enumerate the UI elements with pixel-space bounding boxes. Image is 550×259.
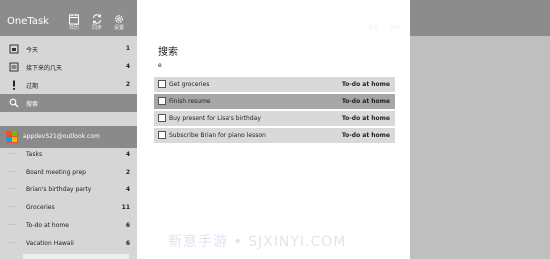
list-item[interactable]: ··· Groceries 11 [0,199,137,217]
view-button[interactable]: 查看 [362,13,384,35]
list-item[interactable]: ··· Vacation Hawaii 6 [0,235,137,253]
sidebar-item-overdue[interactable]: 过期 2 [0,76,137,94]
list-item[interactable]: ··· Brian's birthday party 4 [0,181,137,199]
sidebar-item-count: 2 [125,81,130,88]
task-checkbox[interactable] [158,131,166,139]
task-row[interactable]: Get groceries To-do at home [154,77,395,92]
task-list-name: To-do at home [341,115,390,122]
calendar-label: 日历 [68,25,79,31]
task-list-name: To-do at home [341,98,390,105]
list-item-count: 6 [125,222,130,229]
list-drag-icon: ··· [9,222,17,229]
list-item-label: Board meeting prep [26,169,86,176]
list-item-count: 4 [125,151,130,158]
search-input[interactable] [158,59,278,71]
search-icon [9,98,19,108]
microsoft-account-icon [6,131,18,143]
sidebar-item-count: 4 [125,63,130,70]
settings-label: 设置 [113,25,124,31]
page-title: 搜索 [158,47,178,58]
calendar-day-icon [9,44,19,54]
gear-icon [115,15,123,23]
calendar-button[interactable]: 日历 [63,13,85,35]
task-list-name: To-do at home [341,81,390,88]
list-item[interactable]: ··· Tasks 4 [0,146,137,164]
app-title: OneTask [7,16,49,27]
task-checkbox[interactable] [158,97,166,105]
calendar-icon [69,14,79,25]
sort-label: 排序 [389,25,400,31]
account-header[interactable]: appdev521@outlook.com [0,126,137,148]
list-item-count: 4 [125,186,130,193]
eye-icon [367,16,379,22]
task-checkbox[interactable] [158,114,166,122]
list-drag-icon: ··· [9,151,17,158]
list-item[interactable]: ··· Board meeting prep 2 [0,164,137,182]
sync-label: 同步 [91,25,102,31]
sidebar-item-count: 1 [125,45,130,52]
sidebar-item-label: 接下来的几天 [26,65,63,72]
task-row[interactable]: Subscribe Brian for piano lesson To-do a… [154,128,395,143]
sidebar-item-upcoming[interactable]: 接下来的几天 4 [0,58,137,76]
list-drag-icon: ··· [9,186,17,193]
task-title: Get groceries [169,81,210,88]
task-row[interactable]: Finish resume To-do at home [154,94,395,109]
list-item-label: Tasks [26,151,43,158]
task-title: Finish resume [169,98,211,105]
list-item-label: Groceries [26,204,55,211]
view-label: 查看 [367,25,378,31]
list-item-count: 2 [125,169,130,176]
sidebar-item-label: 今天 [26,47,39,54]
list-item-label: Vacation Hawaii [26,240,74,247]
task-title: Subscribe Brian for piano lesson [169,132,266,139]
list-item-label: Brian's birthday party [26,186,92,193]
sort-button[interactable]: 排序 [384,13,406,35]
calendar-week-icon [9,62,19,72]
list-drag-icon: ··· [9,169,17,176]
watermark: 新意手游 • SJXINYI.COM [168,234,347,250]
list-item[interactable]: ··· To-do at home 6 [0,217,137,235]
exclamation-icon [13,80,15,90]
task-list-name: To-do at home [341,132,390,139]
sidebar: 今天 1 接下来的几天 4 过期 2 搜索 appdev521@outlook.… [0,36,137,259]
list-item-label: To-do at home [26,222,69,229]
sidebar-item-search[interactable]: 搜索 [0,94,137,112]
main-pane: 搜索 Get groceries To-do at home Finish re… [137,0,410,259]
next-list-item-partial[interactable] [23,254,129,259]
sidebar-item-today[interactable]: 今天 1 [0,40,137,58]
list-item-count: 11 [121,204,130,211]
detail-pane: 查看 排序 [367,0,550,259]
task-title: Buy present for Lisa's birthday [169,115,261,122]
sync-icon [92,14,102,24]
settings-button[interactable]: 设置 [108,13,130,35]
list-drag-icon: ··· [9,240,17,247]
list-item-count: 6 [125,240,130,247]
sidebar-item-label: 搜索 [26,101,39,108]
account-email: appdev521@outlook.com [23,133,100,140]
detail-toolbar: 查看 排序 [367,0,550,36]
sync-button[interactable]: 同步 [86,13,108,35]
sort-icon [390,13,400,25]
list-drag-icon: ··· [9,204,17,211]
task-row[interactable]: Buy present for Lisa's birthday To-do at… [154,111,395,126]
sidebar-item-label: 过期 [26,83,39,90]
task-checkbox[interactable] [158,80,166,88]
